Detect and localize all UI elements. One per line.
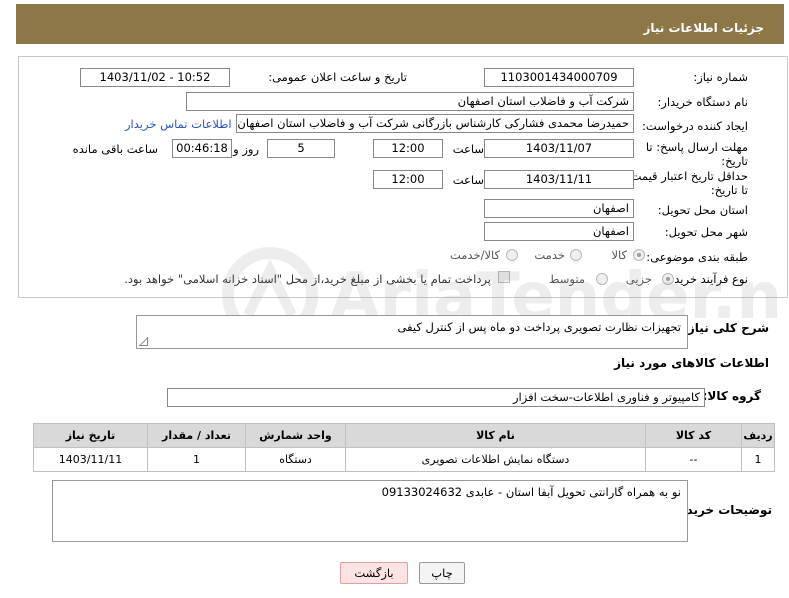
cell-unit: دستگاه xyxy=(245,447,346,472)
buyer-notes-textarea: نو به همراه گارانتی تحویل آبفا استان - ع… xyxy=(52,480,688,542)
col-header-name: نام کالا xyxy=(345,423,646,448)
purchase-minor-radio[interactable] xyxy=(662,273,674,285)
cell-quantity: 1 xyxy=(147,447,246,472)
price-validity-time-field: 12:00 xyxy=(373,170,443,189)
price-validity-date-field: 1403/11/11 xyxy=(484,170,634,189)
delivery-province-label: استان محل تحویل: xyxy=(657,203,748,217)
price-validity-label: حداقل تاریخ اعتبار قیمت: تا تاریخ: xyxy=(626,169,748,197)
category-service-label: خدمت xyxy=(534,248,565,262)
price-validity-time-label: ساعت xyxy=(452,173,484,187)
delivery-city-label: شهر محل تحویل: xyxy=(664,225,748,239)
time-remaining-label: ساعت باقی مانده xyxy=(72,142,158,156)
col-header-need-date: تاریخ نیاز xyxy=(33,423,148,448)
need-number-field: 1103001434000709 xyxy=(484,68,634,87)
category-label: طبقه بندی موضوعی: xyxy=(646,250,748,264)
purchase-type-label: نوع فرآیند خرید : xyxy=(666,272,748,286)
cell-code: -- xyxy=(645,447,742,472)
days-remaining-field: 5 xyxy=(267,139,335,158)
description-label: شرح کلی نیاز: xyxy=(683,321,769,335)
category-goods-label: کالا xyxy=(611,248,627,262)
buyer-notes-text: نو به همراه گارانتی تحویل آبفا استان - ع… xyxy=(381,485,681,499)
treasury-payment-note: پرداخت تمام یا بخشی از مبلغ خرید،از محل … xyxy=(124,272,491,286)
description-textarea: تجهیزات نظارت تصویری پرداخت دو ماه پس از… xyxy=(136,315,688,349)
buyer-org-label: نام دستگاه خریدار: xyxy=(657,95,748,109)
response-time-field: 12:00 xyxy=(373,139,443,158)
page-header: جزئیات اطلاعات نیاز xyxy=(16,4,784,44)
cell-row-number: 1 xyxy=(741,447,775,472)
items-table: ردیف کد کالا نام کالا واحد شمارش تعداد /… xyxy=(33,423,775,472)
page-title: جزئیات اطلاعات نیاز xyxy=(643,21,764,35)
table-row: 1 -- دستگاه نمایش اطلاعات تصویری دستگاه … xyxy=(33,447,775,472)
purchase-minor-label: جزیی xyxy=(625,272,652,286)
goods-group-label: گروه کالا: xyxy=(702,389,761,403)
time-remaining-field: 00:46:18 xyxy=(172,139,232,158)
category-goods-radio[interactable] xyxy=(633,249,645,261)
delivery-city-field: اصفهان xyxy=(484,222,634,241)
back-button[interactable]: بازگشت xyxy=(340,562,408,584)
announce-datetime-label: تاریخ و ساعت اعلان عمومی: xyxy=(268,70,407,84)
category-goods-service-label: کالا/خدمت xyxy=(449,248,500,262)
cell-name: دستگاه نمایش اطلاعات تصویری xyxy=(345,447,646,472)
delivery-province-field: اصفهان xyxy=(484,199,634,218)
resize-grip-icon[interactable] xyxy=(139,337,148,346)
days-label: روز و xyxy=(233,142,259,156)
buyer-contact-link[interactable]: اطلاعات تماس خریدار xyxy=(125,117,232,131)
requester-field: حمیدرضا محمدی فشارکی کارشناس بازرگانی شر… xyxy=(236,114,634,133)
goods-group-field: کامپیوتر و فناوری اطلاعات-سخت افزار xyxy=(167,388,705,407)
requester-label: ایجاد کننده درخواست: xyxy=(642,119,748,133)
goods-section-title: اطلاعات کالاهای مورد نیاز xyxy=(614,356,769,370)
col-header-row: ردیف xyxy=(741,423,775,448)
description-text: تجهیزات نظارت تصویری پرداخت دو ماه پس از… xyxy=(397,320,681,334)
purchase-medium-radio[interactable] xyxy=(596,273,608,285)
col-header-quantity: تعداد / مقدار xyxy=(147,423,246,448)
need-number-label: شماره نیاز: xyxy=(693,70,748,84)
col-header-code: کد کالا xyxy=(645,423,742,448)
response-date-field: 1403/11/07 xyxy=(484,139,634,158)
announce-datetime-field: 1403/11/02 - 10:52 xyxy=(80,68,230,87)
response-deadline-label: مهلت ارسال پاسخ: تا تاریخ: xyxy=(645,140,748,168)
category-goods-service-radio[interactable] xyxy=(506,249,518,261)
purchase-medium-label: متوسط xyxy=(548,272,585,286)
treasury-payment-checkbox[interactable] xyxy=(498,271,510,283)
response-time-label: ساعت xyxy=(452,142,484,156)
buyer-org-field: شرکت آب و فاضلاب استان اصفهان xyxy=(186,92,634,111)
print-button[interactable]: چاپ xyxy=(419,562,465,584)
col-header-unit: واحد شمارش xyxy=(245,423,346,448)
table-header-row: ردیف کد کالا نام کالا واحد شمارش تعداد /… xyxy=(33,423,775,448)
category-service-radio[interactable] xyxy=(570,249,582,261)
cell-need-date: 1403/11/11 xyxy=(33,447,148,472)
